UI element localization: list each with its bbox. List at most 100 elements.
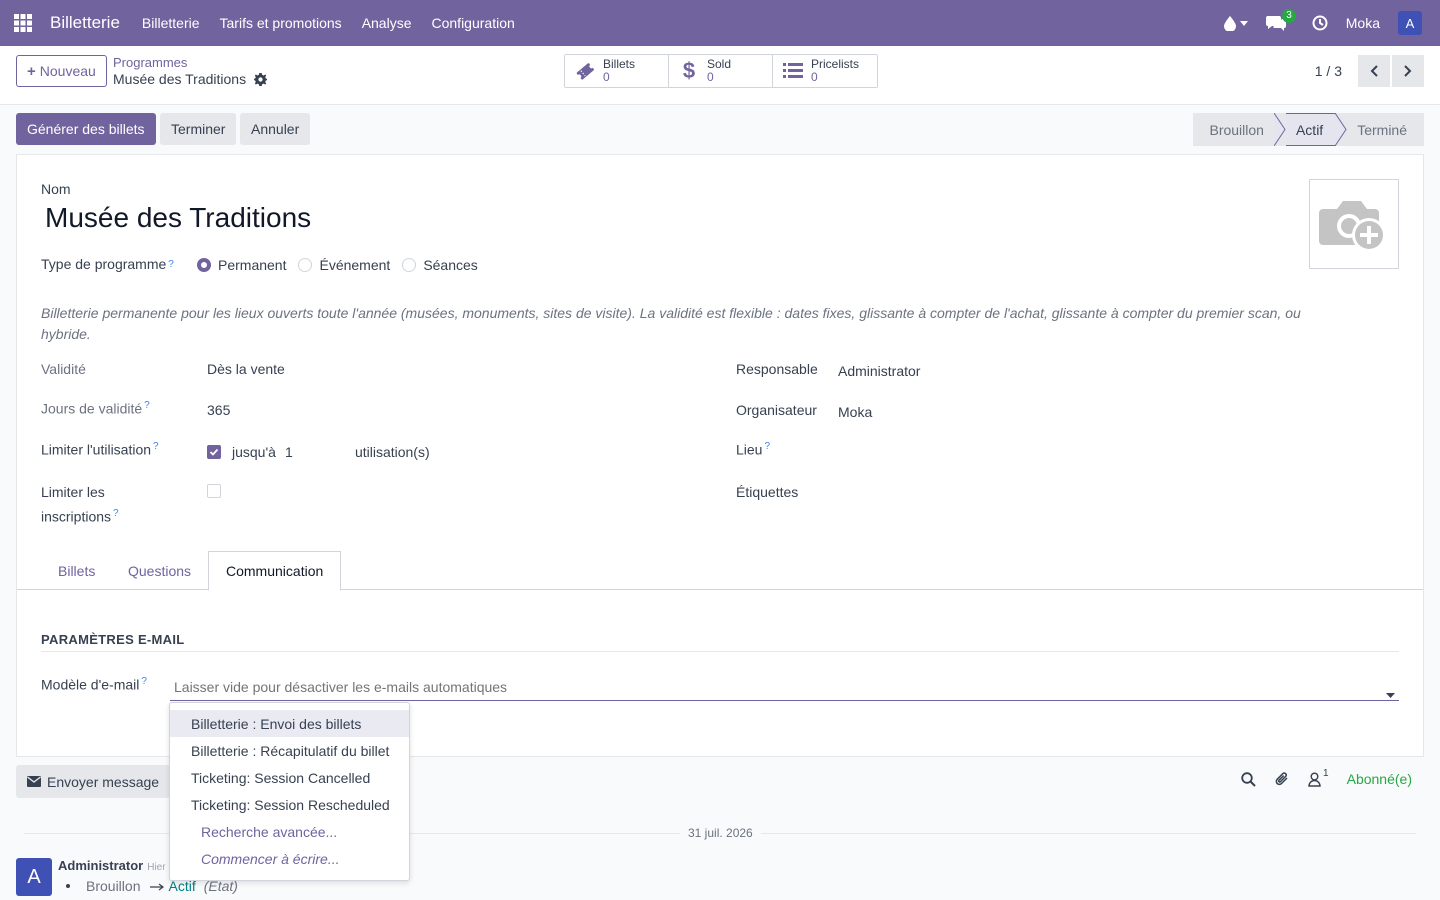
arrow-right-icon xyxy=(150,878,165,894)
validity-field[interactable]: Dès la vente xyxy=(207,361,285,377)
user-avatar[interactable]: A xyxy=(1398,11,1422,35)
top-navbar: Billetterie Billetterie Tarifs et promot… xyxy=(0,0,1440,46)
dropdown-option[interactable]: Ticketing: Session Cancelled xyxy=(170,764,409,791)
image-upload[interactable] xyxy=(1309,179,1399,269)
smart-buttons: Billets 0 $ Sold 0 Pricelists 0 xyxy=(564,54,878,88)
bullet xyxy=(66,884,70,888)
help-icon[interactable]: ? xyxy=(153,441,159,452)
breadcrumb-current: Musée des Traditions xyxy=(113,71,247,87)
company-switcher[interactable]: Moka xyxy=(1346,15,1380,31)
menu-billetterie[interactable]: Billetterie xyxy=(132,15,210,31)
smart-button-sold[interactable]: $ Sold 0 xyxy=(669,55,773,87)
control-panel: + Nouveau Programmes Musée des Tradition… xyxy=(0,46,1440,105)
followers-count: 1 xyxy=(1323,767,1329,779)
organizer-field[interactable]: Moka xyxy=(838,404,872,420)
smart-button-pricelists-value: 0 xyxy=(811,70,818,84)
smart-button-pricelists[interactable]: Pricelists 0 xyxy=(773,55,877,87)
help-icon[interactable]: ? xyxy=(764,441,770,452)
help-icon[interactable]: ? xyxy=(144,400,150,411)
organizer-label: Organisateur xyxy=(736,402,817,418)
radio-dot xyxy=(402,258,417,272)
gear-icon[interactable] xyxy=(254,72,268,86)
help-icon[interactable]: ? xyxy=(168,259,174,270)
venue-field[interactable] xyxy=(838,441,1398,463)
radio-permanent[interactable]: Permanent xyxy=(197,257,286,273)
dropdown-option[interactable]: Ticketing: Session Rescheduled xyxy=(170,791,409,818)
email-template-label: Modèle d'e-mail xyxy=(41,676,140,693)
message-time: Hier xyxy=(147,862,166,873)
radio-seances[interactable]: Séances xyxy=(402,257,478,273)
send-message-button[interactable]: Envoyer message xyxy=(16,765,171,798)
menu-tarifs[interactable]: Tarifs et promotions xyxy=(210,15,352,31)
email-template-dropdown: Billetterie : Envoi des billets Billette… xyxy=(169,702,410,881)
pager: 1 / 3 xyxy=(1315,55,1424,87)
limit-use-count-field[interactable]: 1 xyxy=(285,444,355,460)
tags-field[interactable] xyxy=(838,482,1398,504)
radio-evenement-label: Événement xyxy=(319,257,391,273)
limit-use-label: Limiter l'utilisation xyxy=(41,441,152,458)
limit-use-suffix: utilisation(s) xyxy=(354,444,430,460)
radio-evenement[interactable]: Événement xyxy=(298,257,390,273)
smart-button-billets-value: 0 xyxy=(603,70,610,84)
search-icon[interactable] xyxy=(1241,771,1256,787)
followers-button[interactable]: 1 xyxy=(1308,768,1329,787)
state-brouillon[interactable]: Brouillon xyxy=(1193,113,1274,146)
smart-button-billets[interactable]: Billets 0 xyxy=(565,55,669,87)
smart-button-pricelists-label: Pricelists xyxy=(811,57,860,71)
messages-count-badge: 3 xyxy=(1282,9,1296,23)
envelope-icon xyxy=(27,776,41,787)
menu-analyse[interactable]: Analyse xyxy=(352,15,422,31)
limit-registrations-checkbox[interactable] xyxy=(207,484,221,498)
state-termine[interactable]: Terminé xyxy=(1347,113,1424,146)
state-pipeline: Brouillon Actif Terminé xyxy=(1193,113,1424,146)
chatter-tools: 1 Abonné(e) xyxy=(1241,768,1412,787)
generate-tickets-button[interactable]: Générer des billets xyxy=(16,113,156,145)
days-field[interactable]: 365 xyxy=(207,402,230,418)
type-label: Type de programme xyxy=(41,256,167,272)
form-sheet: Nom Musée des Traditions Type de program… xyxy=(16,154,1424,757)
email-template-field[interactable] xyxy=(170,674,1399,701)
menu-configuration[interactable]: Configuration xyxy=(422,15,525,31)
type-radio-group: Permanent Événement Séances xyxy=(197,257,490,273)
paperclip-icon[interactable] xyxy=(1274,771,1290,787)
email-template-input[interactable] xyxy=(170,674,1360,700)
message-author[interactable]: Administrator xyxy=(58,858,143,873)
list-icon xyxy=(783,63,803,79)
tab-billets[interactable]: Billets xyxy=(41,551,112,590)
help-icon[interactable]: ? xyxy=(141,676,147,687)
plus-icon: + xyxy=(27,62,36,80)
finish-button[interactable]: Terminer xyxy=(160,113,237,145)
messages-icon[interactable]: 3 xyxy=(1265,9,1296,31)
name-field[interactable]: Musée des Traditions xyxy=(45,202,311,234)
cancel-button[interactable]: Annuler xyxy=(240,113,311,145)
state-separator-1 xyxy=(1273,113,1286,146)
breadcrumb-parent[interactable]: Programmes xyxy=(113,55,267,70)
tab-communication[interactable]: Communication xyxy=(208,551,342,591)
state-separator-2 xyxy=(1335,113,1348,146)
days-label: Jours de validité xyxy=(41,400,143,417)
dropdown-option[interactable]: Billetterie : Envoi des billets xyxy=(170,710,409,737)
activity-clock-icon[interactable] xyxy=(1312,15,1328,31)
dropdown-option[interactable]: Billetterie : Récapitulatif du billet xyxy=(170,737,409,764)
limit-use-checkbox[interactable] xyxy=(207,445,221,459)
status-bar: Générer des billets Terminer Annuler Bro… xyxy=(16,113,1424,146)
pager-next-icon[interactable] xyxy=(1392,55,1424,87)
app-brand[interactable]: Billetterie xyxy=(50,13,120,33)
state-actif[interactable]: Actif xyxy=(1285,113,1336,146)
new-button[interactable]: + Nouveau xyxy=(16,55,107,87)
message-author-avatar[interactable]: A xyxy=(16,858,52,896)
responsible-field[interactable]: Administrator xyxy=(838,363,920,379)
radio-permanent-label: Permanent xyxy=(218,257,287,273)
type-description: Billetterie permanente pour les lieux ou… xyxy=(41,305,1301,342)
tracking-old-value: Brouillon xyxy=(86,878,141,894)
tab-questions[interactable]: Questions xyxy=(111,551,208,590)
pager-value[interactable]: 1 / 3 xyxy=(1315,63,1342,79)
help-icon[interactable]: ? xyxy=(113,508,119,519)
radio-seances-label: Séances xyxy=(423,257,478,273)
apps-menu-icon[interactable] xyxy=(0,0,46,46)
subscribed-button[interactable]: Abonné(e) xyxy=(1347,771,1412,787)
pager-previous-icon[interactable] xyxy=(1358,55,1390,87)
debug-drop-icon[interactable] xyxy=(1223,15,1248,31)
caret-down-icon[interactable] xyxy=(1386,685,1395,701)
search-more-option[interactable]: Recherche avancée... xyxy=(170,818,409,845)
